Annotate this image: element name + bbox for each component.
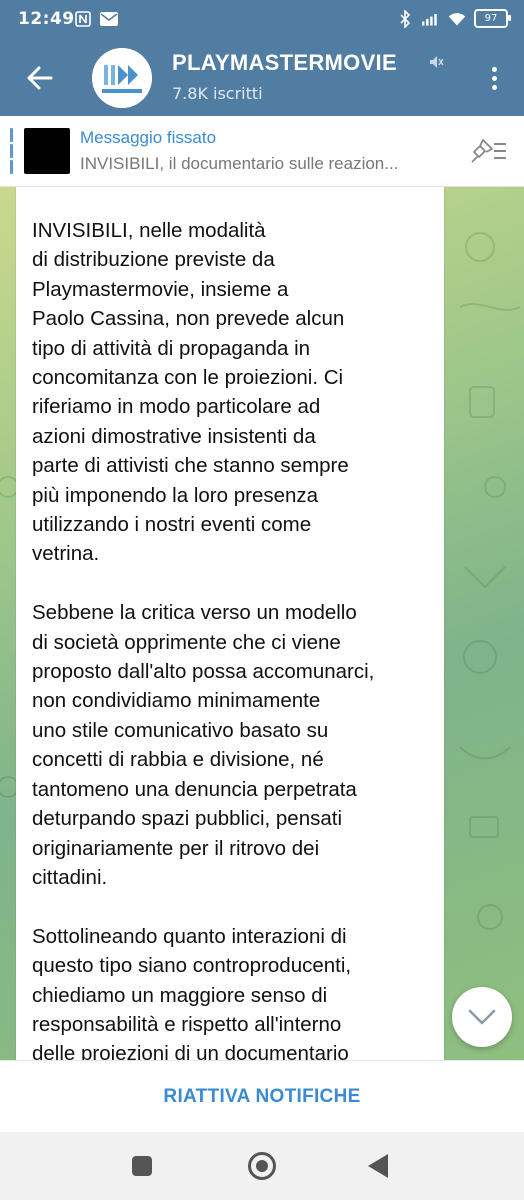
unmute-bar[interactable]: RIATTIVA NOTIFICHE <box>0 1060 524 1133</box>
bluetooth-icon <box>396 9 414 28</box>
arrow-left-icon <box>27 66 53 90</box>
battery-icon: 97 <box>474 9 511 28</box>
message-paragraph: Sottolineando quanto interazioni di ques… <box>32 924 352 1060</box>
pinned-message-bar[interactable]: Messaggio fissato INVISIBILI, il documen… <box>0 116 524 187</box>
message-text: INVISIBILI, nelle modalità di distribuzi… <box>32 216 442 1060</box>
more-options-button[interactable] <box>482 60 506 96</box>
dot-icon <box>491 75 497 81</box>
message-paragraph: Sebbene la critica verso un modello di s… <box>32 601 375 889</box>
back-triangle-icon[interactable] <box>368 1154 388 1178</box>
dot-icon <box>491 84 497 90</box>
status-bar: 12:49 97 <box>0 0 524 38</box>
channel-title[interactable]: PLAYMASTERMOVIE <box>172 50 397 76</box>
pinned-indicator <box>10 128 13 174</box>
muted-icon <box>428 54 444 74</box>
chat-header: PLAYMASTERMOVIE 7.8K iscritti <box>0 38 524 116</box>
subscriber-count: 7.8K iscritti <box>172 84 263 103</box>
unpin-list-icon[interactable] <box>470 138 508 168</box>
play-logo-icon <box>92 48 152 108</box>
wifi-icon <box>448 10 466 28</box>
nfc-icon <box>74 10 92 28</box>
chevron-down-icon <box>468 1009 496 1025</box>
chat-area[interactable]: INVISIBILI, nelle modalità di distribuzi… <box>0 187 524 1060</box>
home-icon[interactable] <box>248 1152 276 1180</box>
status-time: 12:49 <box>18 9 75 29</box>
mail-icon <box>100 10 118 28</box>
system-nav-bar <box>0 1132 524 1200</box>
scroll-down-button[interactable] <box>452 987 512 1047</box>
channel-avatar[interactable] <box>92 48 152 108</box>
pinned-thumbnail <box>24 128 70 174</box>
recents-icon[interactable] <box>132 1156 152 1176</box>
back-button[interactable] <box>20 58 60 98</box>
signal-icon <box>422 10 440 28</box>
message-paragraph: INVISIBILI, nelle modalità di distribuzi… <box>32 219 349 566</box>
unmute-button[interactable]: RIATTIVA NOTIFICHE <box>163 1086 360 1108</box>
dot-icon <box>491 66 497 72</box>
pinned-title: Messaggio fissato <box>80 128 217 147</box>
pinned-preview: INVISIBILI, il documentario sulle reazio… <box>80 154 399 173</box>
